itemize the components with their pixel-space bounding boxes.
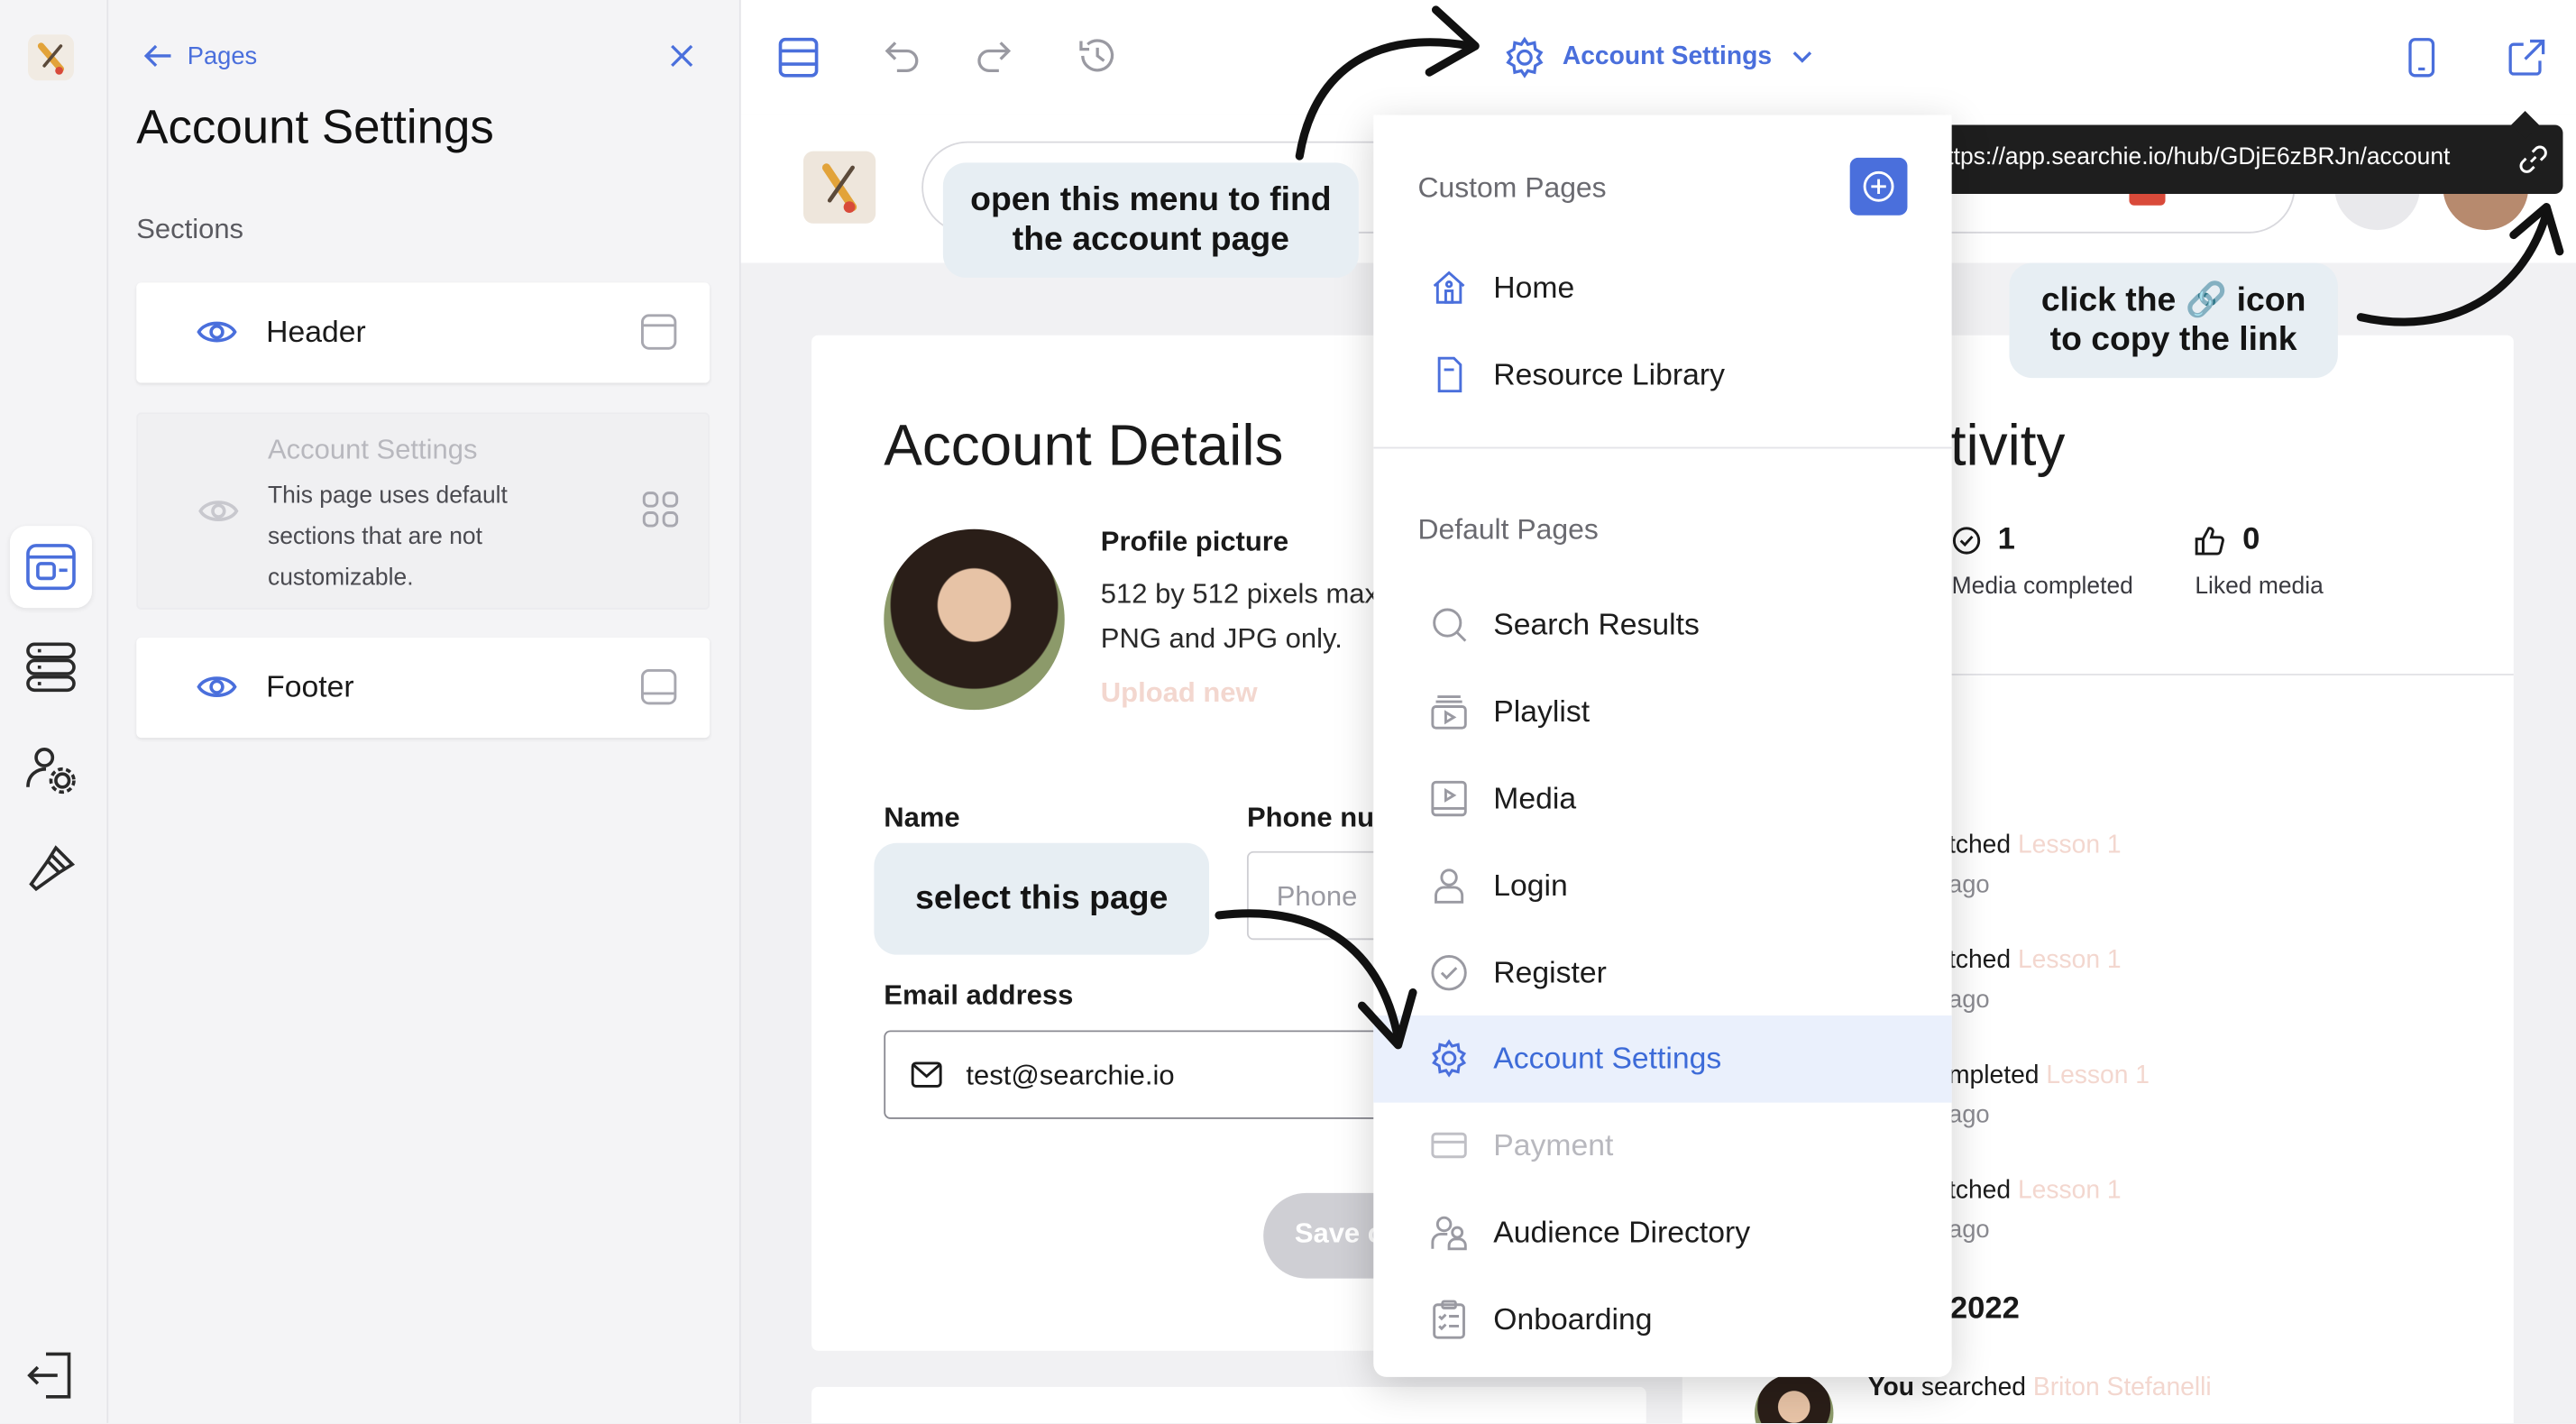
annotation-arrows	[1215, 5, 2564, 1050]
arrow-to-link-icon	[2356, 203, 2564, 326]
arrow-to-selected-item	[1215, 909, 1417, 1050]
arrow-to-menu	[1295, 5, 1480, 161]
